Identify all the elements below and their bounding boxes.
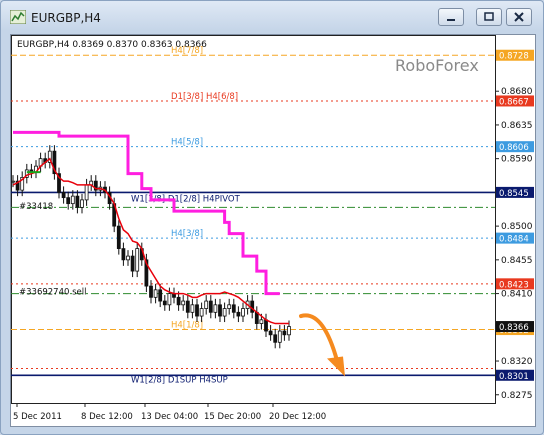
x-tick-label: 8 Dec 12:00	[81, 412, 133, 422]
candle-body	[273, 334, 278, 343]
level-label: W1[3/8] D1[2/8] H4PIVOT	[131, 194, 241, 204]
candle-body	[185, 300, 190, 313]
candle-body	[162, 300, 167, 306]
candle-body	[149, 285, 153, 298]
candle-body	[153, 289, 158, 298]
candle-body	[176, 296, 181, 306]
candle-body	[195, 304, 199, 317]
level-label: H4[7/8]	[171, 46, 203, 56]
candle-body	[287, 326, 291, 336]
minimize-icon	[447, 19, 455, 21]
y-tick-label: 0.8500	[501, 222, 533, 232]
candle-body	[250, 300, 255, 313]
window-title: EURGBP,H4	[31, 11, 101, 25]
candle-body	[121, 248, 126, 261]
watermark-logo: RoboForex	[395, 56, 479, 75]
x-tick-label: 5 Dec 2011	[13, 412, 62, 422]
level-price-tag-label: 0.8606	[499, 143, 529, 153]
candle-body	[282, 330, 287, 336]
candle-body	[227, 304, 232, 309]
candle-body	[66, 197, 71, 205]
candle-body	[213, 304, 218, 313]
chart-area[interactable]: EURGBP,H4 0.8369 0.8370 0.8363 0.8366 Rob…	[10, 34, 536, 427]
close-button[interactable]	[506, 8, 532, 26]
candle-body	[231, 304, 236, 313]
candle-body	[11, 180, 15, 183]
candle-body	[236, 311, 241, 317]
level-label: H4[3/8]	[171, 229, 203, 239]
level-price-tag-label: 0.8545	[499, 189, 529, 199]
candle-body	[218, 304, 222, 317]
candle-body	[61, 191, 66, 199]
trade-annotation: #33418	[19, 202, 53, 212]
minimize-button[interactable]	[438, 8, 464, 26]
candle-body	[222, 308, 227, 317]
level-label: H4[5/8]	[171, 138, 203, 148]
x-tick-label: 15 Dec 20:00	[204, 412, 261, 422]
y-tick-label: 0.8590	[501, 155, 533, 165]
restore-icon	[484, 12, 494, 21]
candle-body	[277, 330, 282, 343]
candle-body	[80, 199, 84, 208]
x-tick-label: 13 Dec 04:00	[141, 412, 198, 422]
candle-body	[181, 300, 186, 306]
level-price-tag-label: 0.8423	[499, 280, 529, 290]
x-tick-label: 20 Dec 12:00	[269, 412, 326, 422]
candle-body	[204, 300, 209, 309]
candle-body	[199, 308, 204, 317]
candle-body	[70, 195, 75, 205]
candle-body	[126, 255, 130, 261]
candle-body	[264, 319, 268, 332]
candle-body	[208, 300, 213, 313]
candle-body	[130, 255, 135, 272]
chart-window: EURGBP,H4 EURGBP,H4 0.8369 0.8370 0.8363…	[0, 0, 544, 435]
y-tick-label: 0.8410	[501, 290, 533, 300]
level-price-tag-label: 0.8484	[499, 235, 529, 245]
y-tick-label: 0.8455	[501, 256, 533, 266]
candle-body	[158, 289, 163, 302]
level-price-tag-label: 0.8301	[499, 372, 529, 382]
candle-body	[116, 225, 121, 250]
price-chart[interactable]: EURGBP,H4 0.8369 0.8370 0.8363 0.8366Rob…	[11, 35, 535, 426]
candle-body	[84, 184, 89, 201]
candle-body	[268, 330, 273, 336]
level-label: D1[3/8] H4[6/8]	[171, 92, 238, 102]
y-tick-label: 0.8275	[501, 391, 533, 401]
candle-body	[259, 319, 264, 324]
level-label: W1[2/8] D1SUP H4SUP	[131, 375, 228, 385]
restore-button[interactable]	[476, 8, 502, 26]
chart-app-icon	[10, 10, 26, 24]
level-price-tag-label: 0.8667	[499, 97, 529, 107]
candle-body	[190, 304, 195, 313]
current-price-label: 0.8366	[499, 323, 529, 333]
candle-body	[75, 195, 80, 208]
candle-body	[241, 308, 245, 317]
level-price-tag-label: 0.8728	[499, 52, 529, 62]
y-tick-label: 0.8635	[501, 121, 533, 131]
plot-border	[11, 35, 496, 404]
trade-annotation: #33692740 sell	[19, 287, 86, 297]
level-label: H4[1/8]	[171, 321, 203, 331]
candle-body	[167, 293, 172, 306]
close-icon	[514, 12, 524, 22]
candle-body	[135, 248, 140, 272]
title-bar[interactable]: EURGBP,H4	[1, 1, 543, 33]
y-tick-label: 0.8320	[501, 357, 533, 367]
